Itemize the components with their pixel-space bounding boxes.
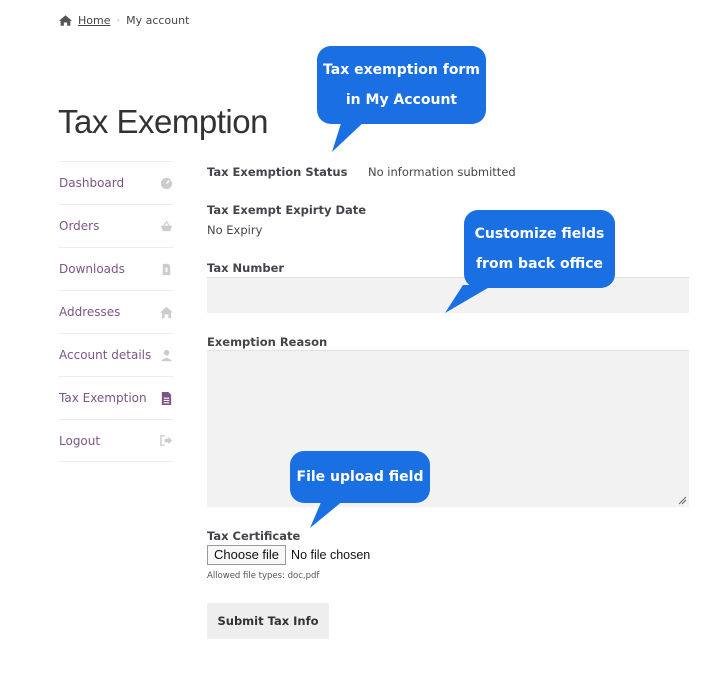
callout-line: File upload field <box>296 469 424 485</box>
exemption-reason-label: Exemption Reason <box>207 335 328 349</box>
expiry-date-value: No Expiry <box>207 223 263 237</box>
callout-line: in My Account <box>345 92 458 108</box>
home-icon <box>59 15 72 26</box>
sidebar-item-downloads[interactable]: Downloads <box>59 247 173 290</box>
allowed-file-types-hint: Allowed file types: doc,pdf <box>207 571 320 581</box>
tax-certificate-file-input: Choose file No file chosen <box>207 545 370 565</box>
callout-line: Customize fields <box>474 226 605 242</box>
sidebar-item-label: Account details <box>59 348 152 362</box>
callout-line: Tax exemption form <box>323 62 480 78</box>
tax-number-label: Tax Number <box>207 261 285 275</box>
sidebar-item-label: Logout <box>59 433 101 448</box>
sidebar-item-account-details[interactable]: Account details <box>59 333 173 376</box>
choose-file-button[interactable]: Choose file <box>207 545 287 565</box>
callout-file-upload: File upload field <box>290 451 430 503</box>
breadcrumb-current: My account <box>126 14 190 27</box>
file-status-text: No file chosen <box>291 548 371 562</box>
submit-tax-info-button[interactable]: Submit Tax Info <box>207 603 329 639</box>
sign-out-icon <box>160 435 173 446</box>
sidebar-item-logout[interactable]: Logout <box>59 419 173 462</box>
expiry-date-label: Tax Exempt Expirty Date <box>207 203 367 217</box>
tax-exemption-status-label: Tax Exemption Status <box>207 165 348 179</box>
sidebar-item-label: Dashboard <box>59 176 125 190</box>
sidebar-item-label: Downloads <box>59 262 125 276</box>
tax-certificate-label: Tax Certificate <box>207 529 301 543</box>
resize-handle-icon[interactable] <box>678 496 687 505</box>
dashboard-gauge-icon <box>160 177 173 189</box>
sidebar-item-dashboard[interactable]: Dashboard <box>59 161 173 204</box>
breadcrumb: Home › My account <box>59 14 189 27</box>
sidebar-item-orders[interactable]: Orders <box>59 204 173 247</box>
user-icon <box>160 349 173 361</box>
sidebar-item-label: Addresses <box>59 305 121 319</box>
breadcrumb-separator: › <box>116 15 121 26</box>
callout-line: from back office <box>475 256 604 272</box>
file-download-icon <box>162 263 171 275</box>
callout-tail <box>310 500 344 528</box>
home-icon <box>160 306 173 318</box>
account-navigation: Dashboard Orders Downloads Addresses Acc… <box>59 161 173 462</box>
callout-tail <box>445 285 493 313</box>
callout-tail <box>332 120 366 152</box>
callout-account-form: Tax exemption form in My Account <box>317 46 486 124</box>
tax-exemption-status-value: No information submitted <box>368 165 516 179</box>
sidebar-item-label: Orders <box>59 219 100 233</box>
basket-icon <box>160 220 173 231</box>
document-icon <box>161 391 172 405</box>
sidebar-item-addresses[interactable]: Addresses <box>59 290 173 333</box>
sidebar-item-tax-exemption[interactable]: Tax Exemption <box>59 376 173 419</box>
sidebar-item-label: Tax Exemption <box>59 391 147 405</box>
page-title: Tax Exemption <box>58 103 268 140</box>
breadcrumb-home-link[interactable]: Home <box>78 14 110 27</box>
callout-customize-fields: Customize fields from back office <box>464 210 615 288</box>
exemption-reason-textarea[interactable] <box>207 350 689 507</box>
